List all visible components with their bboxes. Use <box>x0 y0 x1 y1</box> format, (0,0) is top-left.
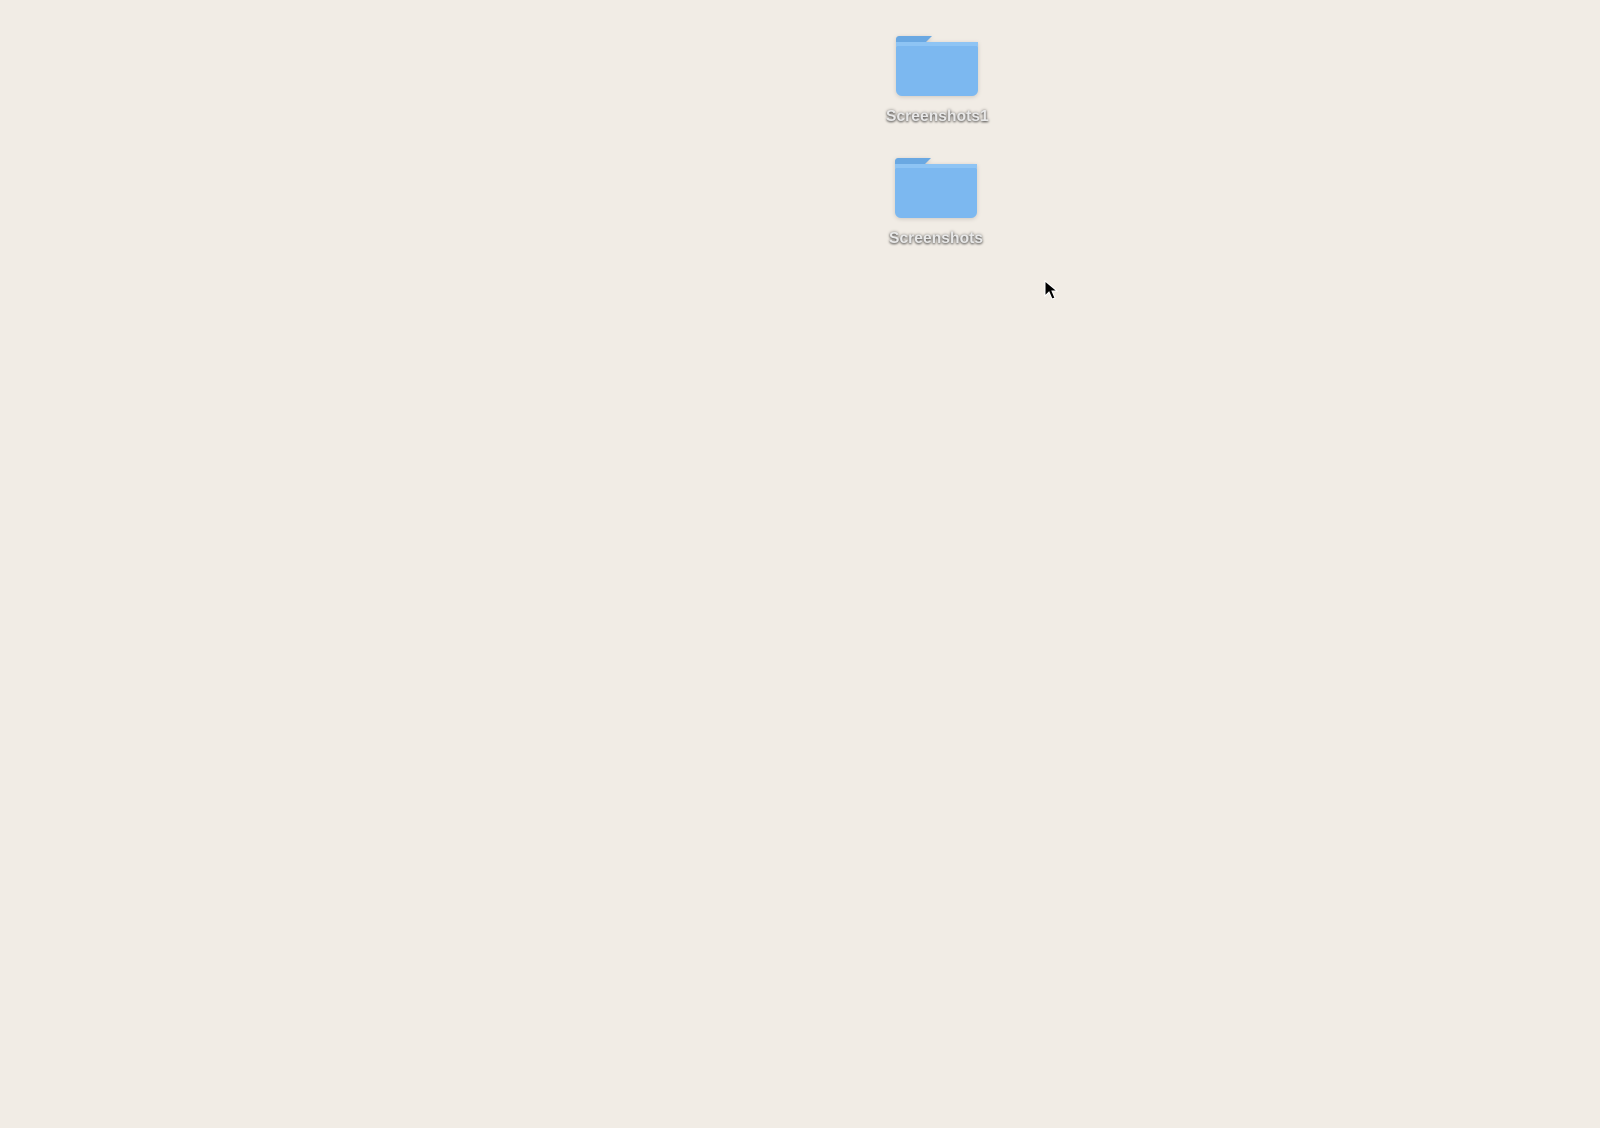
desktop-folder-screenshots[interactable]: Screenshots <box>883 150 989 250</box>
cursor-pointer-icon <box>1044 280 1060 302</box>
folder-icon <box>893 150 979 222</box>
desktop-folder-screenshots1[interactable]: Screenshots1 <box>880 28 995 128</box>
folder-label: Screenshots1 <box>880 106 995 128</box>
folder-label: Screenshots <box>883 228 989 250</box>
folder-icon <box>894 28 980 100</box>
